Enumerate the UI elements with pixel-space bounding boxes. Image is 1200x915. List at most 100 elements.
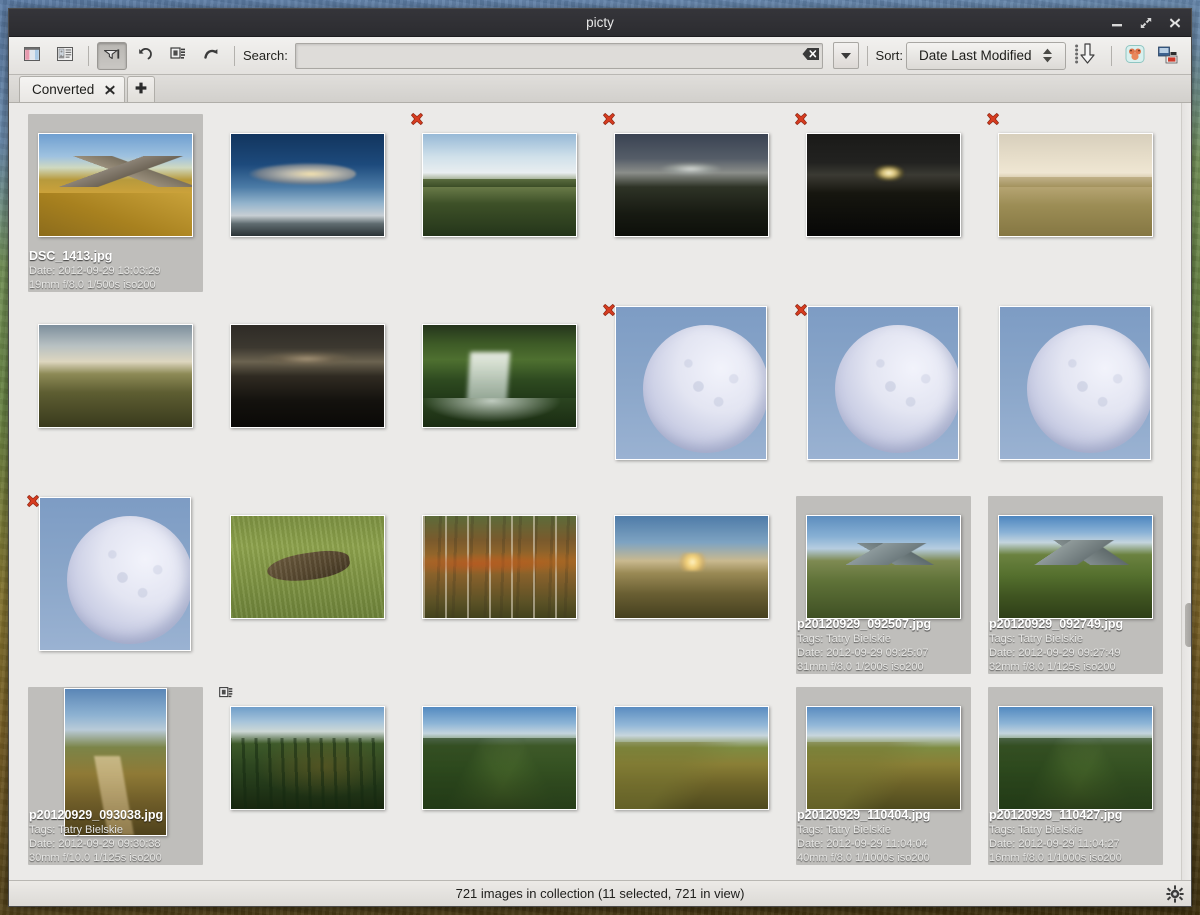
thumbnail-image[interactable] [39, 497, 191, 651]
thumbnail-image[interactable] [998, 133, 1153, 237]
search-filter-dropdown[interactable] [833, 42, 859, 69]
thumbnail-cell[interactable] [211, 682, 403, 873]
thumbnail-image[interactable] [614, 515, 769, 619]
scrollbar-thumb[interactable] [1185, 603, 1191, 647]
thumbnail-cell[interactable] [595, 300, 787, 491]
toolbar-separator-2 [234, 46, 235, 66]
thumbnail-cell[interactable] [403, 682, 595, 873]
thumbnail-cell[interactable] [403, 491, 595, 682]
picty-window: picty [8, 8, 1192, 907]
main-toolbar: Search: Sort: Date Last Modified [9, 37, 1191, 75]
search-label: Search: [243, 48, 288, 63]
thumbnail-image[interactable] [806, 515, 961, 619]
thumbnail-cell[interactable] [19, 491, 211, 682]
thumbnail-cell[interactable]: DSC_1413.jpgDate: 2012-09-29 13:03:2919m… [19, 109, 211, 300]
thumbnail-cell[interactable] [19, 300, 211, 491]
thumbnail-image[interactable] [64, 688, 167, 836]
filter-button[interactable] [97, 42, 127, 70]
thumbnail-image[interactable] [422, 515, 577, 619]
error-x-icon [409, 111, 425, 130]
thumbnail-image[interactable] [806, 706, 961, 810]
thumbnail-image[interactable] [422, 133, 577, 237]
tab-close-button[interactable] [104, 84, 116, 96]
plugins-button[interactable] [1120, 42, 1150, 70]
thumbnail-image[interactable] [230, 133, 385, 237]
gear-icon [1165, 884, 1185, 907]
thumbnail-cell[interactable] [595, 109, 787, 300]
add-tab-button[interactable] [127, 76, 155, 102]
chevron-down-icon [840, 48, 852, 63]
thumbnail-image[interactable] [422, 706, 577, 810]
pending-jobs-button[interactable] [163, 42, 193, 70]
thumbnail-image[interactable] [38, 324, 193, 428]
undo-icon [135, 44, 155, 67]
image-info-icon [55, 44, 75, 67]
thumbnail-grid[interactable]: DSC_1413.jpgDate: 2012-09-29 13:03:2919m… [9, 103, 1181, 880]
thumbnail-cell[interactable] [787, 300, 979, 491]
plus-icon [134, 81, 148, 98]
maximize-button[interactable] [1138, 15, 1154, 31]
thumbnail-cell[interactable]: p20120929_110427.jpgTags: Tatry Bielskie… [979, 682, 1171, 873]
thumbnail-image[interactable] [807, 306, 959, 460]
thumbnail-cell[interactable] [211, 300, 403, 491]
thumbnail-area: DSC_1413.jpgDate: 2012-09-29 13:03:2919m… [9, 103, 1191, 880]
error-x-icon [601, 111, 617, 130]
error-x-icon [985, 111, 1001, 130]
thumbnail-image[interactable] [806, 133, 961, 237]
thumbnail-cell[interactable] [403, 300, 595, 491]
thumbnail-image[interactable] [230, 515, 385, 619]
thumbnail-image[interactable] [614, 706, 769, 810]
window-title: picty [586, 15, 614, 30]
thumbnail-cell[interactable] [979, 109, 1171, 300]
pending-copy-icon [217, 684, 235, 705]
thumbnail-image[interactable] [998, 706, 1153, 810]
status-text: 721 images in collection (11 selected, 7… [456, 886, 745, 901]
clear-search-button[interactable] [798, 43, 824, 69]
thumbnail-cell[interactable] [979, 300, 1171, 491]
thumbnail-image[interactable] [998, 515, 1153, 619]
thumbnail-cell[interactable]: p20120929_093038.jpgTags: Tatry Bielskie… [19, 682, 211, 873]
tab-label: Converted [32, 82, 94, 97]
thumbnail-image[interactable] [38, 133, 193, 237]
thumbnail-image[interactable] [230, 324, 385, 428]
thumbnail-image[interactable] [615, 306, 767, 460]
thumbnail-image[interactable] [614, 133, 769, 237]
panel-icon [22, 44, 42, 67]
sort-direction-button[interactable] [1069, 42, 1103, 70]
thumbnail-cell[interactable] [595, 682, 787, 873]
thumbnail-cell[interactable] [787, 109, 979, 300]
thumbnail-cell[interactable]: p20120929_092749.jpgTags: Tatry Bielskie… [979, 491, 1171, 682]
thumbnail-row: p20120929_093038.jpgTags: Tatry Bielskie… [19, 682, 1171, 873]
sort-spinner-icon[interactable] [1042, 48, 1053, 63]
sort-label: Sort: [876, 48, 903, 63]
clear-search-icon [802, 46, 820, 65]
image-info-button[interactable] [50, 42, 80, 70]
funnel-icon [102, 44, 122, 67]
toolbar-separator-4 [1111, 46, 1112, 66]
redo-button[interactable] [196, 42, 226, 70]
thumbnail-cell[interactable]: p20120929_092507.jpgTags: Tatry Bielskie… [787, 491, 979, 682]
status-gear-button[interactable] [1165, 884, 1185, 907]
convert-icon [1157, 43, 1179, 68]
thumbnail-cell[interactable] [211, 109, 403, 300]
search-input[interactable] [295, 43, 823, 69]
sort-value: Date Last Modified [919, 48, 1032, 63]
tab-converted[interactable]: Converted [19, 76, 125, 102]
thumbnail-cell[interactable] [211, 491, 403, 682]
thumbnail-image[interactable] [422, 324, 577, 428]
vertical-scrollbar[interactable] [1181, 103, 1191, 880]
sort-combobox[interactable]: Date Last Modified [906, 42, 1066, 70]
thumbnail-image[interactable] [999, 306, 1151, 460]
close-button[interactable] [1167, 15, 1183, 31]
undo-button[interactable] [130, 42, 160, 70]
thumbnail-cell[interactable] [403, 109, 595, 300]
toggle-panel-button[interactable] [17, 42, 47, 70]
window-controls [1109, 9, 1183, 36]
thumbnail-cell[interactable]: p20120929_110404.jpgTags: Tatry Bielskie… [787, 682, 979, 873]
convert-button[interactable] [1153, 42, 1183, 70]
thumbnail-image[interactable] [230, 706, 385, 810]
thumbnail-row: DSC_1413.jpgDate: 2012-09-29 13:03:2919m… [19, 109, 1171, 300]
thumbnail-cell[interactable] [595, 491, 787, 682]
minimize-button[interactable] [1109, 15, 1125, 31]
toolbar-separator-3 [867, 46, 868, 66]
